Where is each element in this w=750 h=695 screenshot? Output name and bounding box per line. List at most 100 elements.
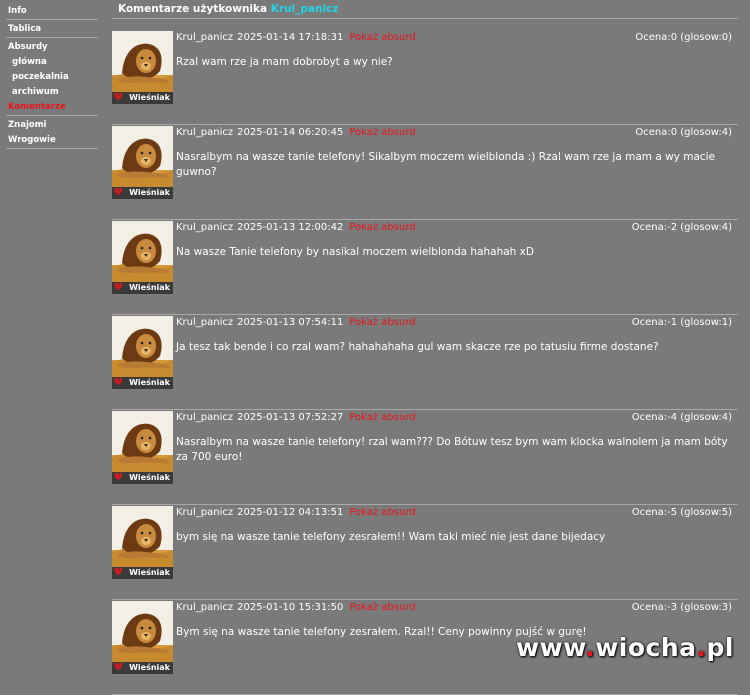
comment-author-link[interactable]: Krul_panicz (176, 32, 233, 43)
comment-meta: Krul_panicz 2025-01-12 04:13:51 Pokaż absu… (176, 507, 416, 518)
avatar[interactable]: Ψ Wieśniak (112, 601, 173, 674)
comment-text: Nasralbym na wasze tanie telefony! rzal … (176, 436, 728, 463)
avatar[interactable]: Ψ Wieśniak (112, 31, 173, 104)
comment-rating: Ocena:-2 (glosow:4) (631, 222, 732, 233)
sidebar-item-info[interactable]: Info (6, 4, 98, 20)
trident-icon: Ψ (114, 187, 123, 198)
rank-label: Wieśniak (129, 663, 170, 672)
comment-item: Ψ Wieśniak Krul_panicz 2025-01-13 07:52:27 P… (112, 410, 738, 505)
comment-author-link[interactable]: Krul_panicz (176, 222, 233, 233)
comment-rating: Ocena:-4 (glosow:4) (631, 412, 732, 423)
show-absurd-link[interactable]: Pokaż absurd (349, 412, 415, 423)
lion-avatar-image (112, 221, 173, 282)
sidebar-item-komentarze[interactable]: Komentarze (6, 100, 98, 116)
avatar[interactable]: Ψ Wieśniak (112, 126, 173, 199)
watermark-site: wiocha (595, 633, 697, 662)
trident-icon: Ψ (114, 567, 123, 578)
comment-text: Rzal wam rze ja mam dobrobyt a wy nie? (176, 56, 393, 68)
comment-item: Ψ Wieśniak Krul_panicz 2025-01-14 06:20:45 P… (112, 125, 738, 220)
sidebar-item-znajomi[interactable]: Znajomi (6, 118, 98, 133)
comment-date: 2025-01-14 06:20:45 (237, 127, 344, 138)
comment-meta: Krul_panicz 2025-01-13 07:54:11 Pokaż absu… (176, 317, 416, 328)
comment-date: 2025-01-12 04:13:51 (237, 507, 344, 518)
sidebar-item-poczekalnia[interactable]: poczekalnia (6, 70, 98, 85)
comment-date: 2025-01-13 12:00:42 (237, 222, 344, 233)
lion-avatar-image (112, 316, 173, 377)
trident-icon: Ψ (114, 282, 123, 293)
sidebar-item-tablica[interactable]: Tablica (6, 22, 98, 38)
sidebar-item-absurdy[interactable]: Absurdy (6, 40, 98, 55)
comment-meta: Krul_panicz 2025-01-14 06:20:45 Pokaż absu… (176, 127, 416, 138)
show-absurd-link[interactable]: Pokaż absurd (349, 317, 415, 328)
comment-text: bym się na wasze tanie telefony zesrałem… (176, 531, 606, 543)
comment-item: Ψ Wieśniak Krul_panicz 2025-01-14 17:18:31 P… (112, 30, 738, 125)
comment-author-link[interactable]: Krul_panicz (176, 317, 233, 328)
comment-date: 2025-01-14 17:18:31 (237, 32, 344, 43)
comment-meta: Krul_panicz 2025-01-13 07:52:27 Pokaż absu… (176, 412, 416, 423)
comment-date: 2025-01-13 07:54:11 (237, 317, 344, 328)
avatar[interactable]: Ψ Wieśniak (112, 506, 173, 579)
page-title-prefix: Komentarze użytkownika (118, 3, 271, 15)
watermark-dot: . (696, 633, 707, 662)
rank-badge: Ψ Wieśniak (112, 472, 173, 484)
comment-meta: Krul_panicz 2025-01-10 15:31:50 Pokaż absu… (176, 602, 416, 613)
sidebar-item-główna[interactable]: główna (6, 55, 98, 70)
rank-badge: Ψ Wieśniak (112, 282, 173, 294)
comment-text: Ja tesz tak bende i co rzal wam? hahahah… (176, 341, 659, 353)
lion-avatar-image (112, 601, 173, 662)
comment-item: Ψ Wieśniak Krul_panicz 2025-01-12 04:13:51 P… (112, 505, 738, 600)
comment-meta: Krul_panicz 2025-01-14 17:18:31 Pokaż absu… (176, 32, 416, 43)
sidebar-item-archiwum[interactable]: archiwum (6, 85, 98, 100)
show-absurd-link[interactable]: Pokaż absurd (349, 602, 415, 613)
comment-date: 2025-01-13 07:52:27 (237, 412, 344, 423)
show-absurd-link[interactable]: Pokaż absurd (349, 222, 415, 233)
lion-avatar-image (112, 506, 173, 567)
comment-text: Nasralbym na wasze tanie telefony! Sikal… (176, 151, 716, 178)
page-title: Komentarze użytkownika Krul_panicz (112, 0, 738, 19)
comment-item: Ψ Wieśniak Krul_panicz 2025-01-13 07:54:11 P… (112, 315, 738, 410)
watermark-dot: . (585, 633, 596, 662)
rank-label: Wieśniak (129, 93, 170, 102)
show-absurd-link[interactable]: Pokaż absurd (349, 507, 415, 518)
comment-list: Ψ Wieśniak Krul_panicz 2025-01-14 17:18:31 P… (112, 30, 738, 695)
avatar[interactable]: Ψ Wieśniak (112, 411, 173, 484)
comment-meta: Krul_panicz 2025-01-13 12:00:42 Pokaż absu… (176, 222, 416, 233)
comment-date: 2025-01-10 15:31:50 (237, 602, 344, 613)
comment-author-link[interactable]: Krul_panicz (176, 412, 233, 423)
watermark-tld: pl (706, 633, 734, 662)
comment-item: Ψ Wieśniak Krul_panicz 2025-01-13 12:00:42 P… (112, 220, 738, 315)
sidebar-nav: Info Tablica Absurdy główna poczekalnia archi… (6, 4, 98, 151)
comment-rating: Ocena:-3 (glosow:3) (631, 602, 732, 613)
rank-label: Wieśniak (129, 378, 170, 387)
rank-badge: Ψ Wieśniak (112, 377, 173, 389)
show-absurd-link[interactable]: Pokaż absurd (349, 32, 415, 43)
sidebar-item-wrogowie[interactable]: Wrogowie (6, 133, 98, 149)
comment-text: Na wasze Tanie telefony by nasikal mocze… (176, 246, 534, 258)
comment-rating: Ocena:-5 (glosow:5) (631, 507, 732, 518)
avatar[interactable]: Ψ Wieśniak (112, 221, 173, 294)
lion-avatar-image (112, 411, 173, 472)
rank-badge: Ψ Wieśniak (112, 187, 173, 199)
comment-rating: Ocena:0 (glosow:4) (635, 127, 732, 138)
rank-badge: Ψ Wieśniak (112, 92, 173, 104)
comment-rating: Ocena:-1 (glosow:1) (631, 317, 732, 328)
rank-badge: Ψ Wieśniak (112, 567, 173, 579)
trident-icon: Ψ (114, 92, 123, 103)
rank-label: Wieśniak (129, 283, 170, 292)
lion-avatar-image (112, 126, 173, 187)
avatar[interactable]: Ψ Wieśniak (112, 316, 173, 389)
show-absurd-link[interactable]: Pokaż absurd (349, 127, 415, 138)
trident-icon: Ψ (114, 377, 123, 388)
profile-username-link[interactable]: Krul_panicz (271, 3, 339, 15)
rank-label: Wieśniak (129, 568, 170, 577)
comment-author-link[interactable]: Krul_panicz (176, 127, 233, 138)
comment-author-link[interactable]: Krul_panicz (176, 507, 233, 518)
comment-author-link[interactable]: Krul_panicz (176, 602, 233, 613)
trident-icon: Ψ (114, 472, 123, 483)
lion-avatar-image (112, 31, 173, 92)
rank-label: Wieśniak (129, 188, 170, 197)
rank-badge: Ψ Wieśniak (112, 662, 173, 674)
comment-rating: Ocena:0 (glosow:0) (635, 32, 732, 43)
rank-label: Wieśniak (129, 473, 170, 482)
watermark-www: www (516, 633, 586, 662)
